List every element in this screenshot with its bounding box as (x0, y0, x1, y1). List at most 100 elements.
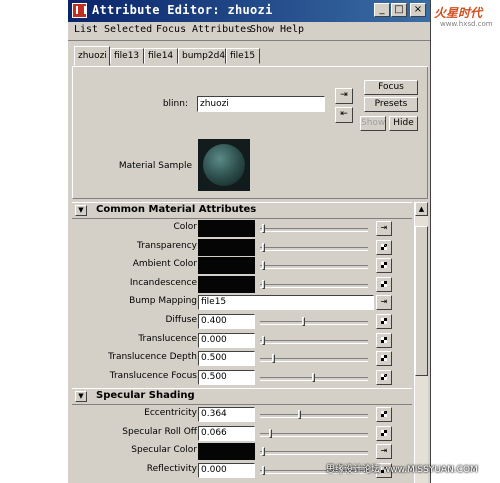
map-button-checker-icon[interactable] (376, 407, 392, 422)
maximize-button[interactable]: □ (391, 3, 407, 17)
slider-track[interactable] (260, 335, 368, 345)
color-swatch[interactable] (198, 257, 255, 275)
value-field[interactable]: 0.500 (198, 369, 255, 385)
presets-button[interactable]: Presets (364, 97, 418, 112)
title-bar[interactable]: Attribute Editor: zhuozi _ □ × (68, 0, 430, 22)
section-common-material[interactable]: ▼ Common Material Attributes (72, 202, 412, 219)
value-field[interactable]: 0.000 (198, 462, 255, 478)
slider-thumb[interactable] (272, 354, 275, 364)
material-sample-swatch (198, 139, 250, 191)
scroll-up-arrow-icon[interactable]: ▲ (415, 202, 428, 216)
attribute-label: Translucence Focus (109, 370, 197, 381)
color-swatch[interactable] (198, 220, 255, 237)
slider-track[interactable] (260, 261, 368, 271)
value-field[interactable]: 0.000 (198, 332, 255, 348)
output-connection-icon[interactable]: ⇤ (335, 107, 353, 123)
connected-map-icon[interactable]: ⇥ (376, 295, 392, 311)
collapse-arrow-icon[interactable]: ▼ (75, 205, 87, 216)
slider-thumb[interactable] (262, 261, 265, 271)
menu-help[interactable]: Help (280, 24, 304, 35)
checker-icon (381, 373, 387, 380)
attribute-row: Diffuse 0.400 (72, 312, 412, 331)
attribute-row: Color ⇥ (72, 219, 412, 238)
attribute-label: Ambient Color (132, 259, 197, 270)
attribute-label: Specular Roll Off (122, 426, 197, 437)
menu-attributes[interactable]: Attributes (192, 24, 252, 35)
section-title: Common Material Attributes (96, 204, 257, 215)
watermark-text: 思缘设计论坛 www.MISSYUAN.COM (326, 465, 478, 475)
material-sample-label: Material Sample (118, 161, 192, 171)
focus-button[interactable]: Focus (364, 80, 418, 95)
hide-button[interactable]: Hide (389, 116, 418, 131)
menu-show[interactable]: Show (250, 24, 274, 35)
menu-list[interactable]: List (74, 24, 98, 35)
menu-selected[interactable]: Selected (104, 24, 152, 35)
checker-icon (381, 318, 387, 324)
slider-track[interactable] (260, 279, 368, 289)
attribute-row: Translucence Depth 0.500 (72, 349, 412, 368)
map-name-field[interactable]: file15 (198, 295, 374, 311)
collapse-arrow-icon[interactable]: ▼ (75, 391, 87, 402)
color-swatch[interactable] (198, 275, 255, 293)
attribute-row: Specular Roll Off 0.066 (72, 424, 412, 443)
map-button-checker-icon[interactable] (376, 425, 392, 441)
scroll-thumb[interactable] (415, 226, 428, 376)
slider-thumb[interactable] (312, 372, 315, 382)
attribute-panel: ▼ Common Material Attributes Color ⇥ Trans… (72, 202, 428, 483)
attribute-label: Incandescence (129, 277, 197, 288)
slider-thumb[interactable] (262, 465, 265, 475)
tab-file13[interactable]: file13 (110, 48, 144, 64)
map-button-checker-icon[interactable] (376, 258, 392, 274)
map-button-checker-icon[interactable] (376, 276, 392, 292)
value-field[interactable]: 0.364 (198, 407, 255, 422)
attribute-label: Specular Color (131, 445, 197, 456)
input-connection-icon[interactable]: ⇥ (335, 88, 353, 104)
minimize-button[interactable]: _ (374, 3, 390, 17)
section-specular-shading[interactable]: ▼ Specular Shading (72, 388, 412, 405)
attribute-label: Transparency (136, 240, 197, 251)
slider-track[interactable] (260, 242, 368, 252)
menu-focus[interactable]: Focus (156, 24, 186, 35)
slider-thumb[interactable] (262, 224, 265, 233)
slider-thumb[interactable] (262, 279, 265, 289)
checker-icon (381, 280, 387, 287)
slider-track[interactable] (260, 354, 368, 364)
tab-file15[interactable]: file15 (226, 48, 260, 64)
close-button[interactable]: × (410, 3, 426, 17)
site-logo-url: www.hxsd.com (440, 20, 493, 28)
map-button-checker-icon[interactable] (376, 239, 392, 255)
tab-zhuozi[interactable]: zhuozi (74, 46, 110, 66)
connected-map-icon[interactable]: ⇥ (376, 221, 392, 236)
slider-track[interactable] (260, 224, 368, 233)
map-button-checker-icon[interactable] (376, 369, 392, 385)
value-field[interactable]: 0.066 (198, 425, 255, 441)
attribute-label: Translucence (138, 333, 197, 344)
vertical-scrollbar[interactable]: ▲ (414, 202, 428, 483)
slider-track[interactable] (260, 428, 368, 438)
map-button-checker-icon[interactable] (376, 332, 392, 348)
node-name-field[interactable]: zhuozi (197, 96, 325, 112)
slider-thumb[interactable] (262, 335, 265, 345)
slider-track[interactable] (260, 372, 368, 382)
slider-thumb[interactable] (302, 317, 305, 326)
tab-bump2d4[interactable]: bump2d4 (178, 48, 226, 64)
connected-map-icon[interactable]: ⇥ (376, 444, 392, 460)
value-field[interactable]: 0.500 (198, 351, 255, 367)
attribute-row: Translucence Focus 0.500 (72, 368, 412, 387)
slider-thumb[interactable] (262, 447, 265, 457)
slider-track[interactable] (260, 317, 368, 326)
node-type-label: blinn: (162, 99, 188, 109)
slider-thumb[interactable] (298, 410, 301, 419)
slider-thumb[interactable] (269, 428, 272, 438)
value-field[interactable]: 0.400 (198, 314, 255, 329)
color-swatch[interactable] (198, 443, 255, 461)
slider-track[interactable] (260, 410, 368, 419)
attribute-label: Eccentricity (144, 408, 197, 418)
slider-track[interactable] (260, 447, 368, 457)
window-title: Attribute Editor: zhuozi (92, 3, 273, 17)
map-button-checker-icon[interactable] (376, 314, 392, 329)
tab-file14[interactable]: file14 (144, 48, 178, 64)
slider-thumb[interactable] (262, 242, 265, 252)
color-swatch[interactable] (198, 238, 255, 256)
map-button-checker-icon[interactable] (376, 351, 392, 367)
